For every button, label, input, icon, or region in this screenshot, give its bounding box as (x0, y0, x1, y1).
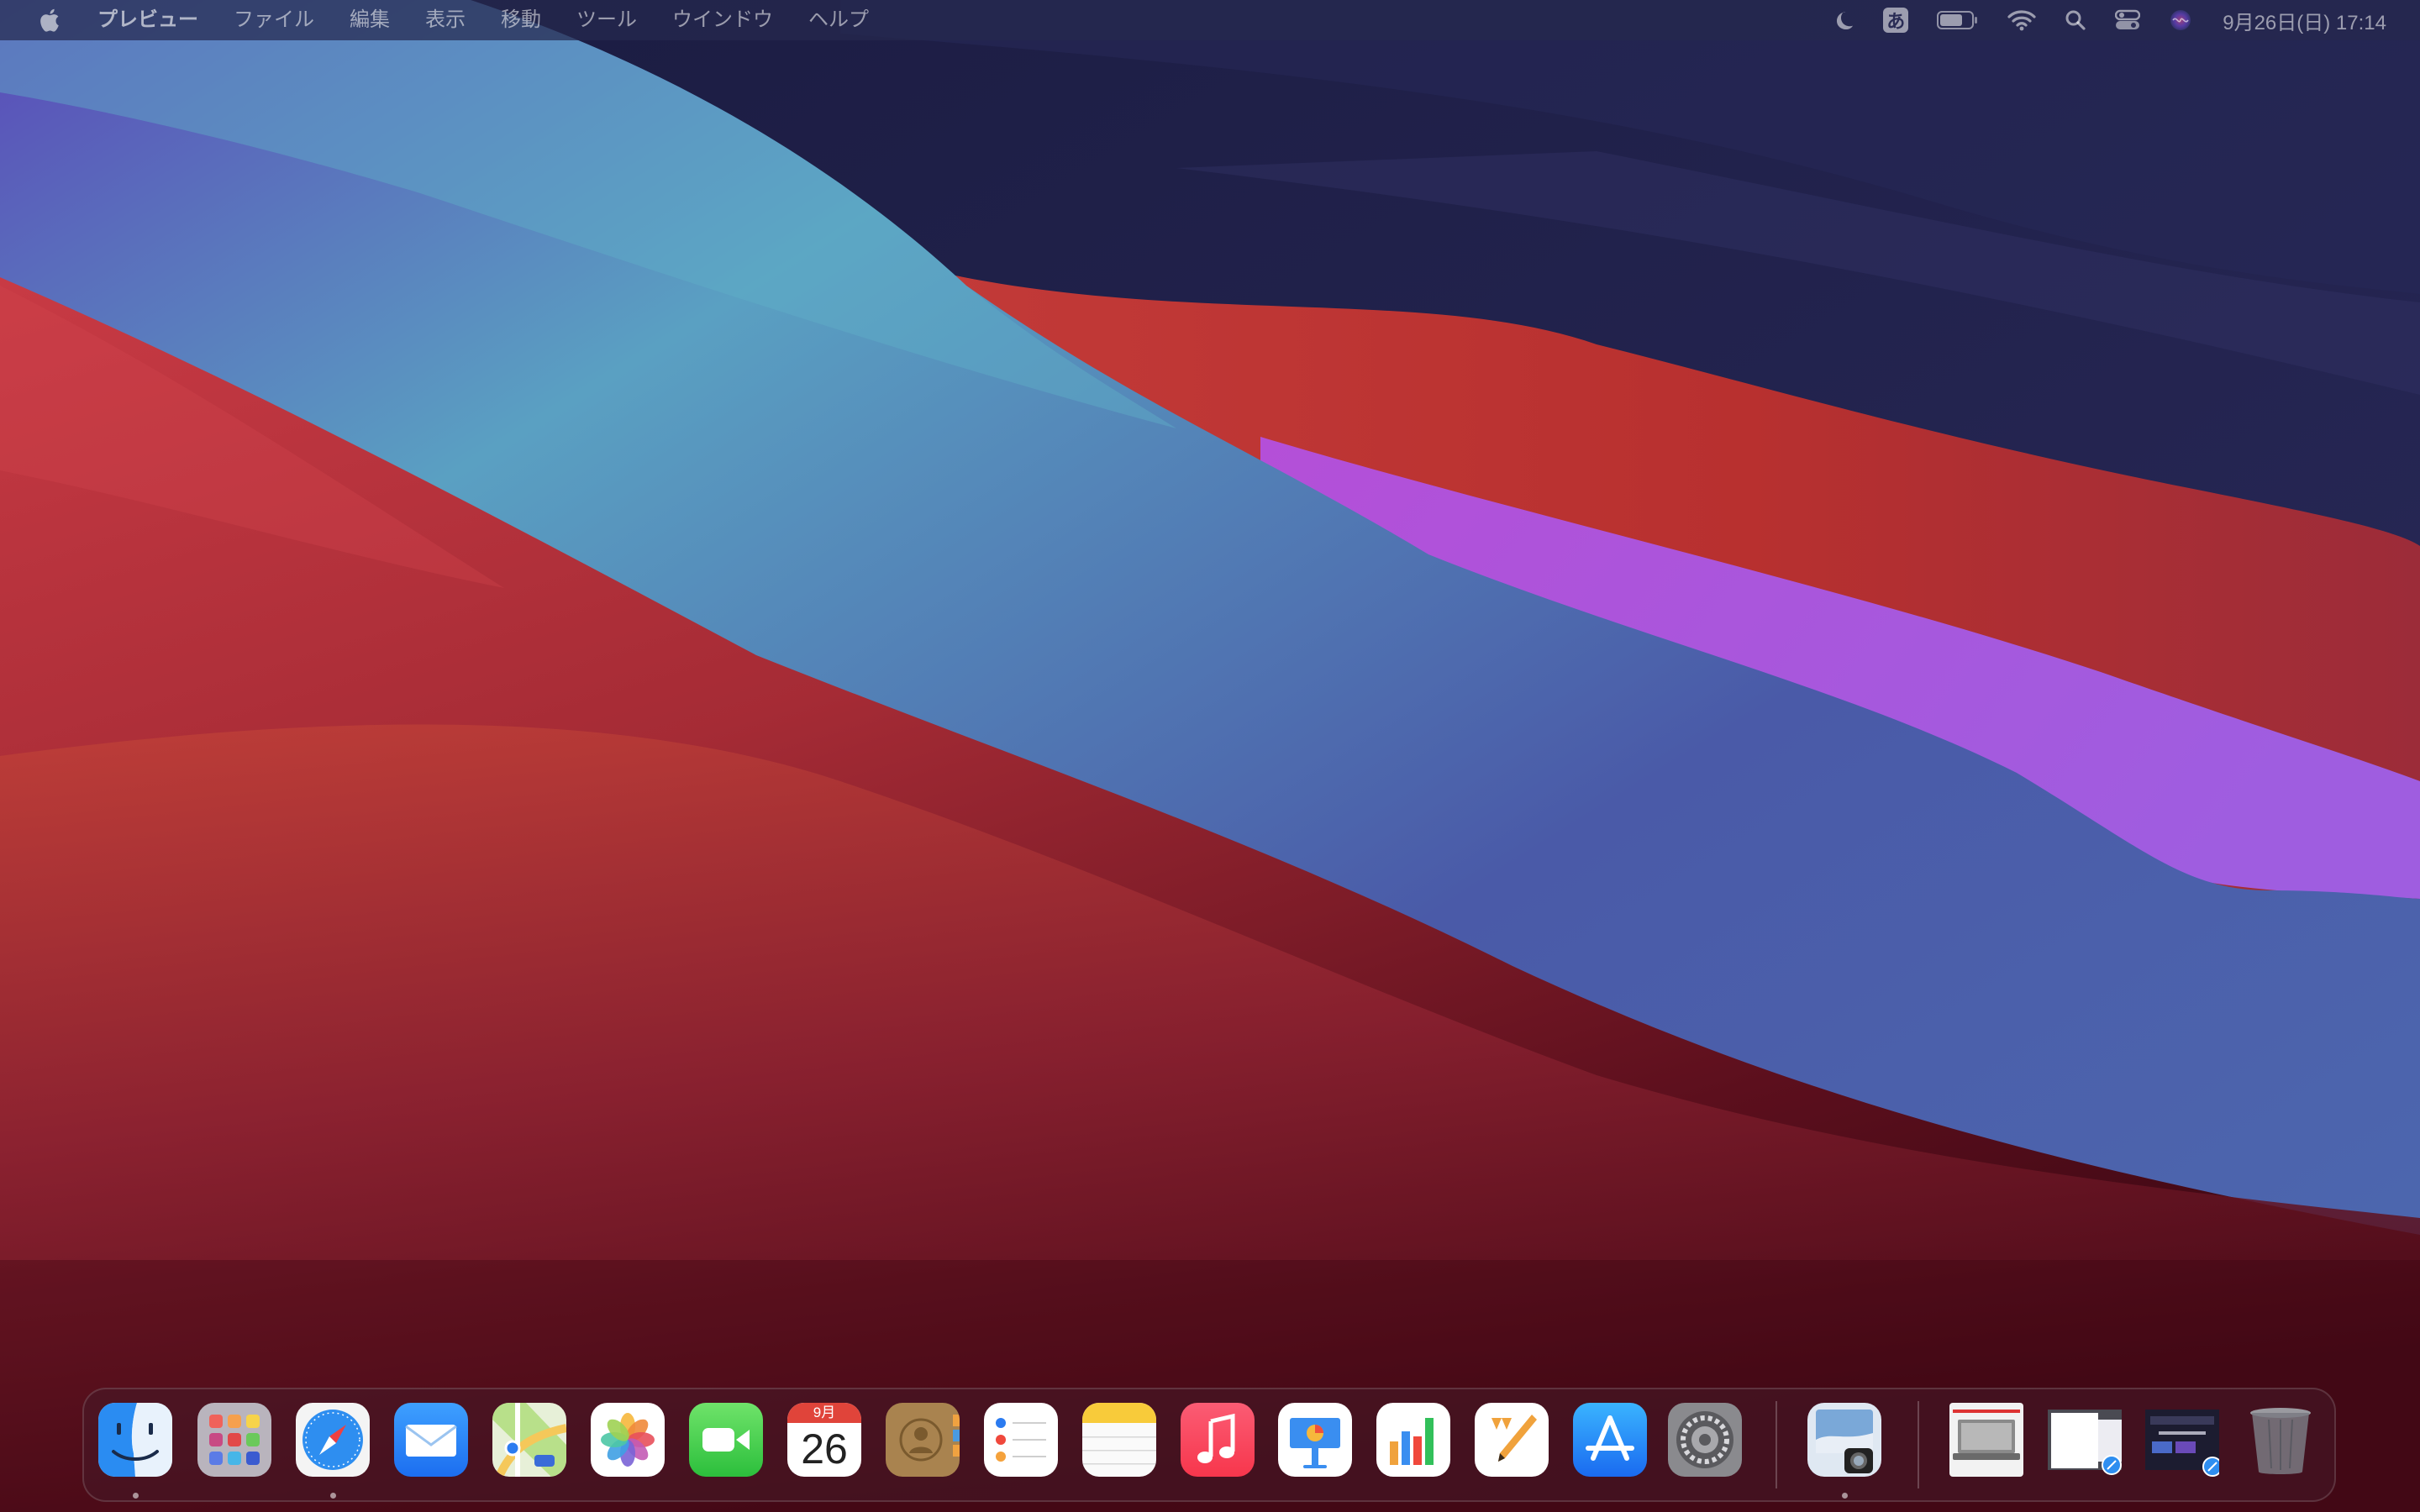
menu-window[interactable]: ウインドウ (672, 0, 773, 40)
mail-icon[interactable] (394, 1403, 468, 1477)
apple-logo-icon[interactable] (34, 0, 64, 40)
dock-separator (1776, 1401, 1777, 1488)
menu-help[interactable]: ヘルプ (808, 0, 869, 40)
pages-icon[interactable] (1475, 1403, 1549, 1477)
laptop-thumbnail-icon[interactable] (1949, 1403, 2023, 1477)
wifi-icon[interactable] (2007, 0, 2036, 40)
launchpad-icon[interactable] (197, 1403, 271, 1477)
calendar-day: 26 (801, 1425, 848, 1473)
trash-icon[interactable] (2244, 1403, 2317, 1477)
desktop: プレビュー ファイル 編集 表示 移動 ツール ウインドウ ヘルプ あ 9月26… (0, 0, 2420, 1512)
menu-tools[interactable]: ツール (576, 0, 637, 40)
input-method-icon[interactable]: あ (1883, 0, 1909, 40)
safari-icon[interactable] (296, 1403, 370, 1477)
battery-icon[interactable] (1937, 0, 1979, 40)
contacts-icon[interactable] (886, 1403, 960, 1477)
safari-running-indicator (330, 1493, 336, 1499)
wallpaper (0, 0, 2420, 1512)
music-icon[interactable] (1181, 1403, 1255, 1477)
calendar-month: 9月 (787, 1403, 861, 1423)
app-store-icon[interactable] (1573, 1403, 1647, 1477)
menu-bar: プレビュー ファイル 編集 表示 移動 ツール ウインドウ ヘルプ あ 9月26… (0, 0, 2420, 40)
reminders-icon[interactable] (984, 1403, 1058, 1477)
menu-edit[interactable]: 編集 (350, 0, 390, 40)
menu-app-name[interactable]: プレビュー (97, 0, 198, 40)
photos-icon[interactable] (591, 1403, 665, 1477)
dock-separator (1918, 1401, 1919, 1488)
magnifier-icon[interactable] (2065, 0, 2086, 40)
finder-icon[interactable] (98, 1403, 172, 1477)
siri-icon[interactable] (2169, 0, 2192, 40)
notes-icon[interactable] (1082, 1403, 1156, 1477)
numbers-icon[interactable] (1376, 1403, 1450, 1477)
control-center-icon[interactable] (2115, 0, 2141, 40)
document-thumbnail-icon[interactable] (2048, 1403, 2122, 1477)
menu-go[interactable]: 移動 (501, 0, 541, 40)
moon-icon[interactable] (1833, 0, 1854, 40)
calendar-icon[interactable]: 9月 26 (787, 1403, 861, 1477)
input-method-label: あ (1883, 8, 1909, 33)
menu-view[interactable]: 表示 (425, 0, 466, 40)
finder-running-indicator (133, 1493, 139, 1499)
keynote-icon[interactable] (1278, 1403, 1352, 1477)
menu-file[interactable]: ファイル (234, 0, 314, 40)
preview-running-indicator (1842, 1493, 1848, 1499)
maps-icon[interactable] (492, 1403, 566, 1477)
webpage-thumbnail-icon[interactable] (2145, 1403, 2219, 1477)
gear-icon[interactable] (1668, 1403, 1742, 1477)
preview-icon[interactable] (1807, 1403, 1881, 1477)
menu-clock[interactable]: 9月26日(日) 17:14 (2223, 6, 2386, 35)
facetime-icon[interactable] (689, 1403, 763, 1477)
